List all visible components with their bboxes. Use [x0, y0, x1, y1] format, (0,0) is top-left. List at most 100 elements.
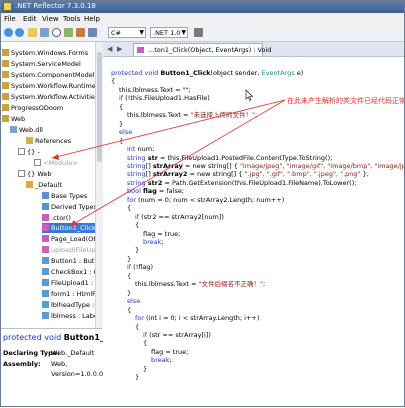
tree-node[interactable]: Page_Load(Object — [42, 234, 102, 244]
menu-edit[interactable]: Edit — [23, 15, 37, 23]
assembly-row: Assembly: Web, — [3, 360, 68, 368]
code-token: { — [143, 339, 148, 348]
code-line: } — [135, 246, 139, 254]
code-line: } — [143, 365, 147, 373]
method-icon — [137, 47, 144, 53]
export-icon[interactable] — [76, 28, 85, 37]
tree-node[interactable]: lblheadType : Lab — [42, 300, 102, 310]
tree-node[interactable]: Web — [2, 114, 25, 124]
reflector-app-icon — [3, 2, 12, 11]
code-token: flag = true; — [151, 347, 189, 356]
code-view[interactable]: protected void Button1_Click(object send… — [103, 57, 405, 407]
tree-node[interactable]: {} Web — [18, 169, 52, 179]
tree-node-icon — [42, 268, 49, 275]
code-line: for (num = 0; num < strArray2.Length; nu… — [127, 196, 284, 204]
open-folder-icon[interactable] — [28, 28, 37, 37]
code-token: string — [127, 161, 146, 170]
tree-node[interactable]: <Module> — [34, 158, 78, 168]
code-line: if (str == strArray[i]) — [143, 331, 211, 339]
tree-node[interactable]: CheckBox1 : Che — [42, 267, 102, 277]
code-line: flag = true; — [143, 230, 180, 238]
document-tab-strip: ◀ ▶ ...ton1_Click(Object, EventArgs) : V… — [103, 42, 405, 57]
code-line: } — [119, 120, 123, 128]
code-token: } — [135, 246, 140, 255]
back-icon[interactable] — [4, 28, 13, 37]
code-token: ; — [255, 111, 258, 120]
code-token: (object sender, — [210, 69, 262, 77]
tree-node[interactable]: References — [26, 136, 71, 146]
code-token: { — [127, 271, 132, 280]
tree-node-label: .ctor() — [51, 214, 71, 222]
tree-node[interactable]: FileUpload1 : File — [42, 278, 102, 288]
code-line: { — [119, 103, 123, 111]
declaring-type-row: Declaring Type: Web._Default — [3, 349, 95, 357]
assembly-browser-tree[interactable]: System.Windows.Forms System.ServiceModel S… — [0, 42, 103, 328]
tree-node[interactable]: Button1 : Button — [42, 256, 102, 266]
code-line: if (str2 == strArray2[num]) — [135, 213, 224, 221]
code-token: strArray — [152, 161, 183, 170]
declaring-type-link[interactable]: Web._Default — [51, 349, 94, 357]
options-icon[interactable] — [88, 28, 97, 37]
code-token: { — [127, 305, 132, 314]
code-token: { — [119, 136, 124, 145]
window-title: .NET Reflector 7.3.0.18 — [15, 2, 96, 10]
tree-node[interactable]: Base Types — [42, 191, 87, 201]
tree-node[interactable]: Derived Types — [42, 202, 97, 212]
tree-node[interactable]: Button1_Click(Obj — [42, 223, 102, 233]
tab-button1-click[interactable]: ...ton1_Click(Object, EventArgs) : Void — [133, 43, 271, 56]
code-line: string str2 = Path.GetExtension(this.Fil… — [127, 179, 356, 187]
code-token: { — [135, 322, 140, 331]
refresh-icon[interactable] — [194, 28, 203, 37]
code-token: else — [119, 128, 133, 137]
analyzer-icon[interactable] — [64, 28, 73, 37]
tree-node[interactable]: System.Workflow.Activities — [2, 92, 98, 102]
language-select[interactable]: C# ▼ — [108, 27, 146, 38]
assembly-list-icon[interactable] — [40, 28, 49, 37]
code-line: break; — [151, 356, 172, 364]
code-token: [] — [145, 170, 153, 179]
tree-node[interactable]: upload(FileUpload — [42, 245, 102, 255]
tree-node-icon — [2, 71, 9, 78]
assembly-link[interactable]: Web, — [51, 360, 67, 368]
code-line: this.lblmess.Text = ""; — [119, 86, 191, 94]
tree-node-label: References — [35, 137, 72, 145]
tree-node[interactable]: lblmess : Label — [42, 311, 100, 321]
code-token: } — [127, 254, 132, 263]
tree-node[interactable]: System.Windows.Forms — [2, 48, 88, 58]
forward-icon[interactable] — [15, 28, 24, 37]
scrollbar-thumb[interactable] — [97, 52, 102, 162]
tree-node[interactable]: {} - — [18, 147, 40, 157]
code-token: this.lblmess.Text = ""; — [119, 85, 191, 94]
menu-view[interactable]: View — [42, 15, 59, 23]
code-token: } — [127, 288, 132, 297]
tree-node[interactable]: System.ServiceModel — [2, 59, 81, 69]
code-token: strArray2 — [152, 170, 188, 179]
code-token: } — [135, 373, 140, 382]
tree-scrollbar[interactable] — [95, 42, 103, 328]
code-line: if (!this.FileUpload1.HasFile) — [119, 94, 210, 102]
framework-select[interactable]: .NET 1.0 ▼ — [150, 27, 188, 38]
search-icon[interactable] — [52, 28, 61, 37]
menu-tools[interactable]: Tools — [63, 15, 80, 23]
tree-node[interactable]: System.ComponentModel — [2, 70, 95, 80]
code-token: = this.FileUpload1.PostedFile.ContentTyp… — [157, 153, 333, 162]
tree-node-label: Web — [11, 115, 26, 123]
menu-help[interactable]: Help — [84, 15, 100, 23]
tree-node-label: <Module> — [43, 159, 78, 167]
nav-forward-icon[interactable]: ▶ — [117, 45, 122, 53]
tree-node[interactable]: System.Workflow.Runtime — [2, 81, 96, 91]
code-token: bool — [127, 187, 143, 196]
tree-node[interactable]: .ctor() — [42, 213, 71, 223]
assembly-version: Version=1.0.0.0 — [51, 370, 104, 378]
code-token: for — [127, 195, 139, 204]
code-token: } — [143, 364, 148, 373]
code-token: break — [151, 356, 170, 365]
menu-file[interactable]: File — [4, 15, 16, 23]
tree-node[interactable]: ProgressODoom — [2, 103, 63, 113]
tree-node-label: Web.dll — [19, 126, 43, 134]
code-token: protected void — [111, 69, 161, 77]
tree-node[interactable]: _Default — [26, 180, 62, 190]
nav-back-icon[interactable]: ◀ — [107, 45, 112, 53]
tree-node[interactable]: Web.dll — [10, 125, 43, 135]
tree-node[interactable]: form1 : HtmlForm — [42, 289, 102, 299]
